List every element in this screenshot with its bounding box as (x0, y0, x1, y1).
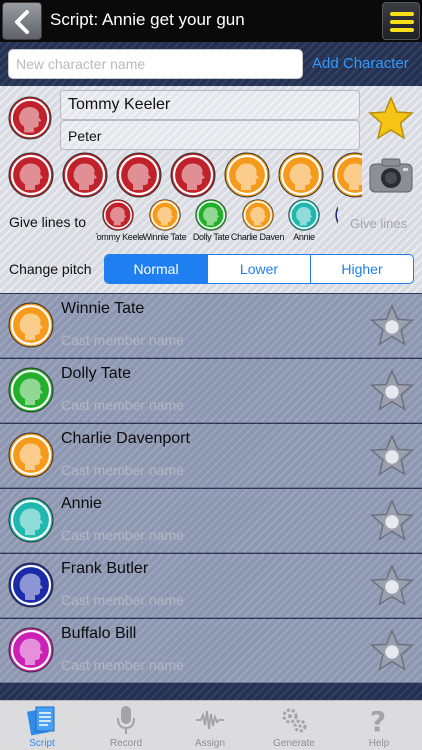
head-silhouette-icon (334, 205, 338, 225)
tab-assign-label: Assign (194, 738, 225, 749)
head-silhouette-icon (8, 562, 54, 608)
new-character-name-input[interactable] (8, 49, 303, 79)
tab-script[interactable]: Script (0, 701, 84, 750)
tab-record[interactable]: Record (84, 701, 168, 750)
character-row[interactable]: Winnie Tate Cast member name (0, 294, 422, 358)
star-outline-icon[interactable] (370, 499, 414, 543)
character-name[interactable]: Buffalo Bill (61, 625, 136, 643)
head-silhouette-icon (288, 199, 320, 231)
color-choice-head-icon[interactable] (170, 152, 216, 198)
character-row[interactable]: Buffalo Bill Cast member name (0, 619, 422, 683)
character-name[interactable]: Charlie Davenport (61, 430, 190, 448)
cast-member-input[interactable]: Cast member name (61, 527, 184, 543)
color-choice-head-icon[interactable] (332, 152, 362, 198)
head-silhouette-icon (8, 497, 54, 543)
add-character-bar: Add Character (0, 42, 422, 86)
tab-script-label: Script (29, 738, 55, 749)
pitch-normal-option[interactable]: Normal (105, 255, 207, 283)
back-button[interactable] (2, 2, 42, 40)
cast-member-input[interactable]: Cast member name (61, 592, 184, 608)
star-icon[interactable] (368, 96, 414, 142)
give-lines-label: Give lines to (9, 214, 87, 230)
microphone-icon (117, 706, 135, 734)
pitch-lower-option[interactable]: Lower (207, 255, 310, 283)
star-outline-icon[interactable] (370, 434, 414, 478)
change-pitch-label: Change pitch (9, 261, 92, 277)
color-choice-head-icon[interactable] (62, 152, 108, 198)
tab-generate[interactable]: Generate (252, 701, 336, 750)
tab-bar: Script Record Assign Generate ? Help (0, 700, 422, 750)
script-icon (27, 706, 55, 736)
character-editor: Tommy Keeler Peter Give lines to Tommy K… (0, 86, 422, 293)
pitch-segmented-control: Normal Lower Higher (104, 254, 414, 284)
tab-help-label: Help (368, 738, 390, 749)
waveform-icon (196, 710, 224, 730)
star-outline-icon[interactable] (370, 304, 414, 348)
head-silhouette-icon (8, 432, 54, 478)
color-choice-head-icon[interactable] (116, 152, 162, 198)
tab-help[interactable]: ? Help (336, 701, 422, 750)
character-row[interactable]: Frank Butler Cast member name (0, 554, 422, 618)
camera-icon[interactable] (368, 156, 414, 194)
hamburger-icon (390, 12, 414, 16)
head-silhouette-icon (8, 302, 54, 348)
character-row[interactable]: Dolly Tate Cast member name (0, 359, 422, 423)
title-bar: Script: Annie get your gun (0, 0, 422, 42)
tab-record-label: Record (109, 738, 143, 749)
character-list: Winnie Tate Cast member name Dolly Tate Cas… (0, 294, 422, 700)
give-lines-target-name: Frar (322, 232, 339, 242)
question-mark-icon: ? (370, 705, 386, 736)
tab-assign[interactable]: Assign (168, 701, 252, 750)
color-choice-head-icon[interactable] (278, 152, 324, 198)
head-silhouette-icon (148, 199, 181, 231)
pitch-higher-option[interactable]: Higher (310, 255, 413, 283)
cast-member-field[interactable]: Peter (60, 120, 360, 150)
cast-member-input[interactable]: Cast member name (61, 332, 184, 348)
character-row[interactable]: Annie Cast member name (0, 489, 422, 553)
cast-member-input[interactable]: Cast member name (61, 657, 184, 673)
add-character-button[interactable]: Add Character (312, 55, 409, 72)
give-lines-targets: Tommy Keele Winnie Tate Dolly Tate Charlie … (96, 199, 338, 245)
star-outline-icon[interactable] (370, 369, 414, 413)
svg-text:?: ? (370, 705, 386, 736)
give-lines-target[interactable]: Frar (322, 199, 339, 242)
character-name[interactable]: Frank Butler (61, 560, 148, 578)
color-picker-strip (0, 152, 362, 198)
cast-member-input[interactable]: Cast member name (61, 397, 184, 413)
head-silhouette-icon[interactable] (8, 96, 52, 140)
head-silhouette-icon (241, 199, 274, 231)
star-outline-icon[interactable] (370, 564, 414, 608)
hamburger-icon-line (390, 20, 414, 24)
head-silhouette-icon (8, 367, 54, 413)
head-silhouette-icon (195, 199, 227, 231)
page-title: Script: Annie get your gun (50, 10, 245, 29)
chevron-left-icon (15, 10, 29, 34)
color-choice-head-icon[interactable] (8, 152, 54, 198)
color-choice-head-icon[interactable] (224, 152, 270, 198)
give-lines-button[interactable]: Give lines (350, 216, 407, 231)
head-silhouette-icon (102, 199, 134, 231)
cast-member-input[interactable]: Cast member name (61, 462, 184, 478)
hamburger-icon-line (390, 28, 414, 32)
gears-icon (282, 708, 307, 733)
character-name[interactable]: Dolly Tate (61, 365, 131, 383)
menu-button[interactable] (382, 2, 420, 40)
character-name[interactable]: Annie (61, 495, 102, 513)
character-name-field[interactable]: Tommy Keeler (60, 90, 360, 120)
star-outline-icon[interactable] (370, 629, 414, 673)
character-name[interactable]: Winnie Tate (61, 300, 144, 318)
tab-generate-label: Generate (273, 738, 315, 749)
character-row[interactable]: Charlie Davenport Cast member name (0, 424, 422, 488)
head-silhouette-icon (8, 627, 54, 673)
